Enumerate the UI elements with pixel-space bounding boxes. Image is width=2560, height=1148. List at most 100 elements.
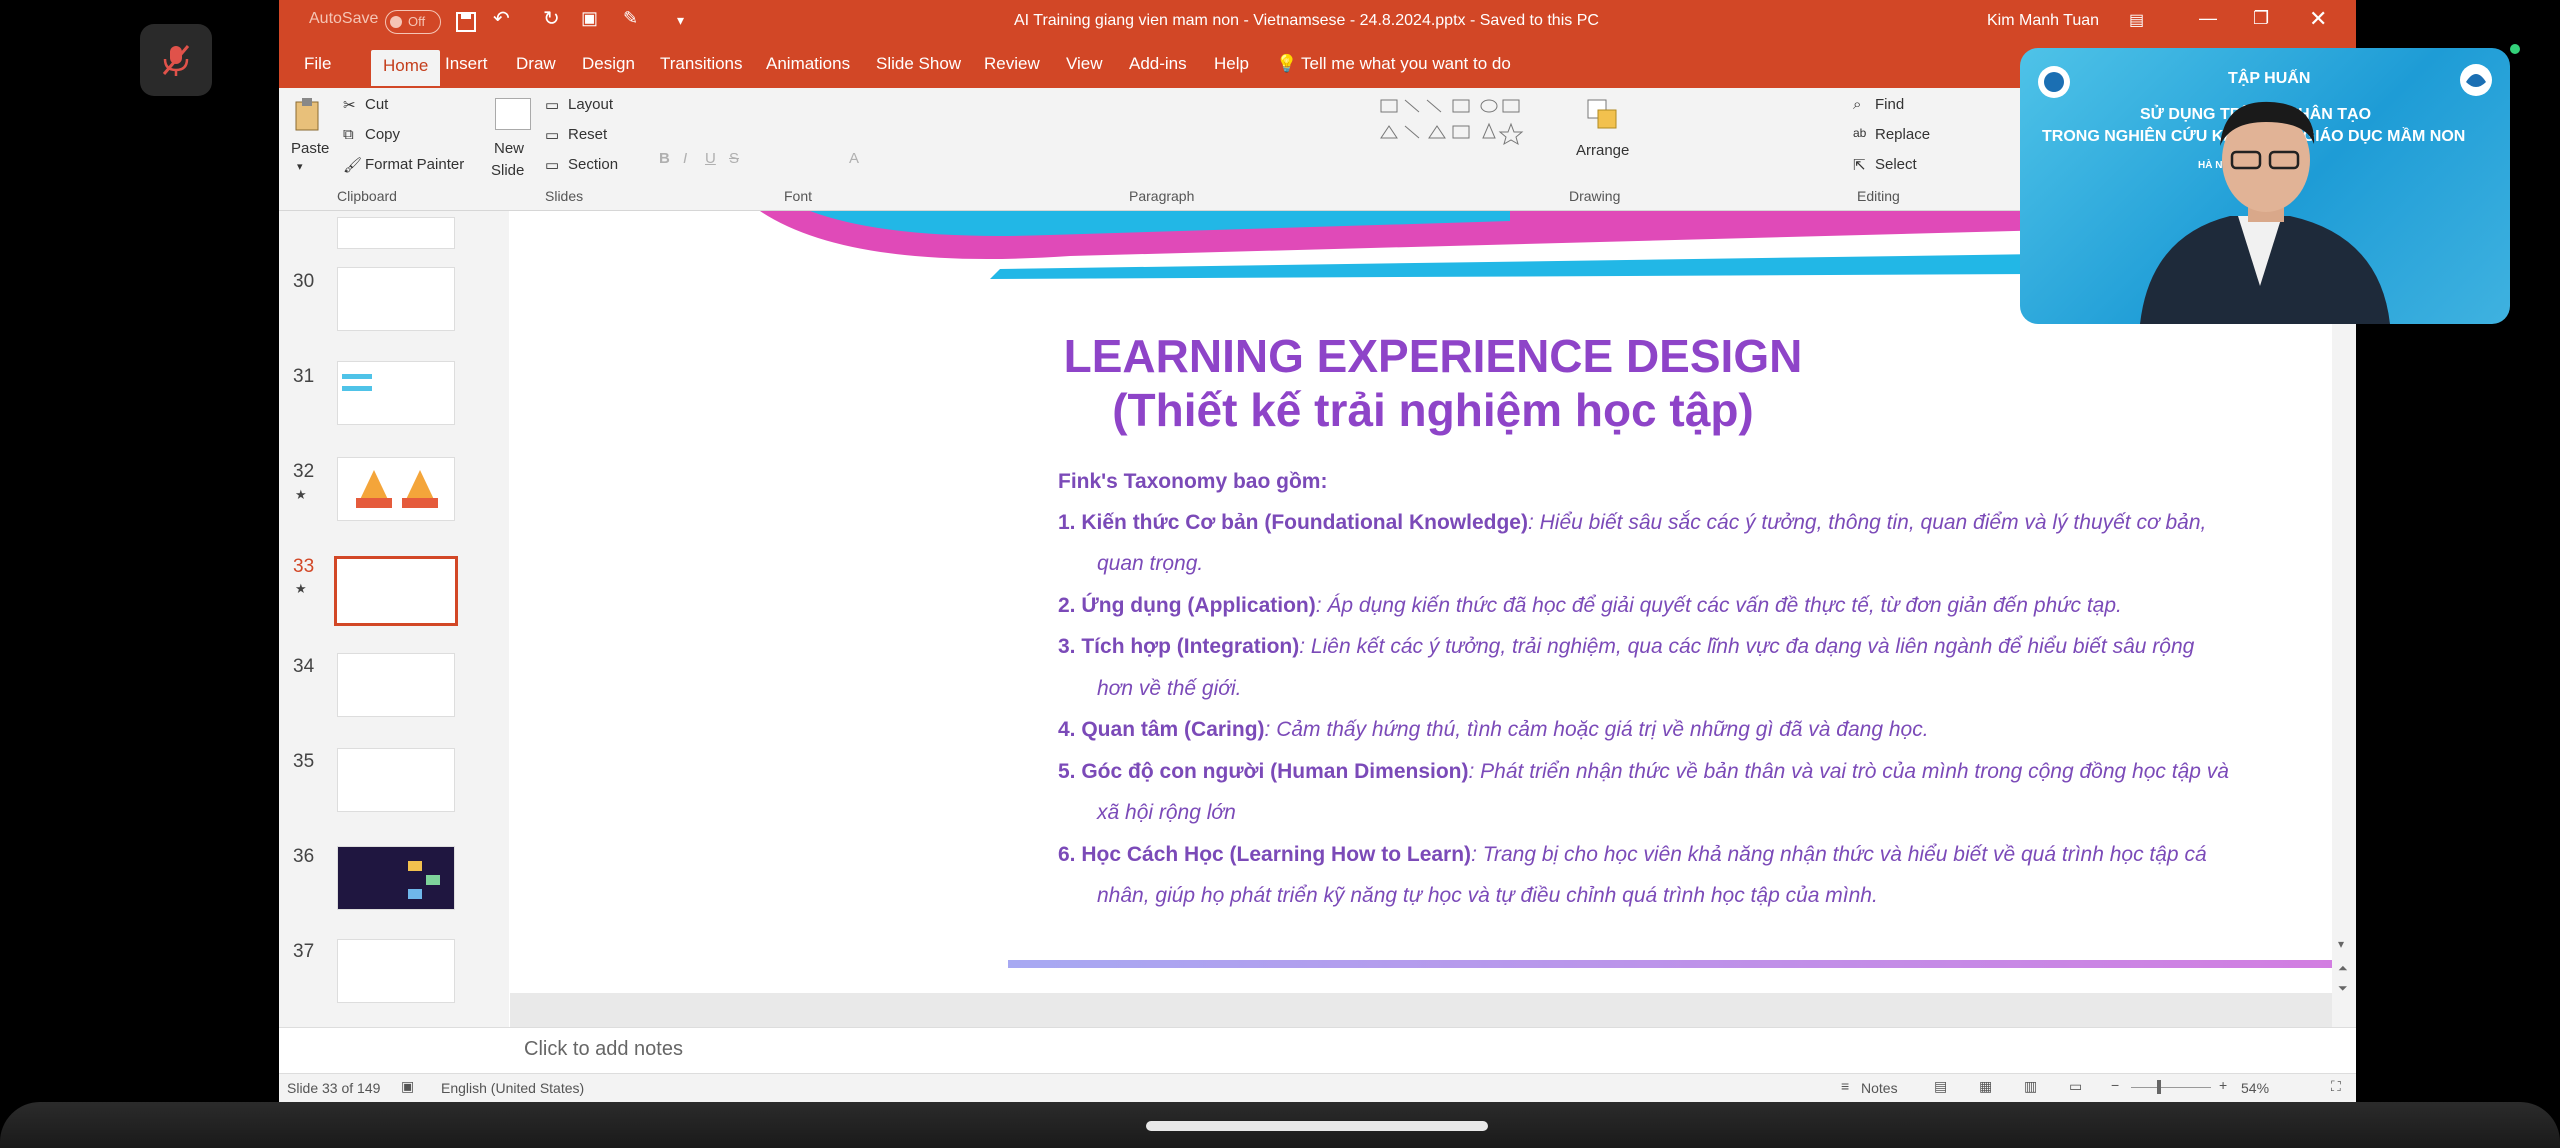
next-slide-icon[interactable]: ⏷: [2338, 981, 2348, 996]
section-button[interactable]: Section: [568, 156, 618, 173]
customize-toolbar-icon[interactable]: ▾: [677, 12, 684, 29]
scroll-down-icon[interactable]: ▾: [2338, 937, 2344, 951]
slide-list-item-3: 3. Tích hợp (Integration): Liên kết các …: [1058, 626, 2194, 668]
thumbnail-30[interactable]: [337, 267, 455, 331]
copy-button[interactable]: Copy: [365, 126, 400, 143]
strikethrough-icon[interactable]: S: [729, 150, 739, 167]
language-indicator[interactable]: English (United States): [441, 1080, 584, 1096]
item-body: : Phát triển nhận thức về bản thân và va…: [1468, 760, 2229, 783]
thumbnail-31[interactable]: [337, 361, 455, 425]
shapes-gallery-icon[interactable]: [1379, 96, 1579, 166]
reset-button[interactable]: Reset: [568, 126, 607, 143]
tab-home[interactable]: Home: [371, 50, 441, 86]
layout-button[interactable]: Layout: [568, 96, 613, 113]
slide-canvas[interactable]: LEARNING EXPERIENCE DESIGN (Thiết kế trả…: [510, 211, 2356, 993]
notes-button[interactable]: Notes: [1861, 1080, 1898, 1096]
tab-insert[interactable]: Insert: [445, 54, 488, 74]
new-slide-label-2[interactable]: Slide: [491, 162, 524, 179]
arrange-icon[interactable]: [1584, 96, 1624, 136]
zoom-level[interactable]: 54%: [2241, 1080, 2269, 1096]
item-body: : Hiểu biết sâu sắc các ý tưởng, thông t…: [1527, 511, 2207, 534]
slide-sorter-icon[interactable]: ▦: [1979, 1078, 1992, 1095]
organization-logo-icon: [2038, 66, 2070, 98]
bold-icon[interactable]: B: [659, 150, 670, 167]
tab-add-ins[interactable]: Add-ins: [1129, 54, 1187, 74]
tab-help[interactable]: Help: [1214, 54, 1249, 74]
previous-slide-icon[interactable]: ⏶: [2338, 961, 2348, 976]
slide-subtitle: (Thiết kế trải nghiệm học tập): [1112, 384, 1754, 436]
slide-list-item-1: 1. Kiến thức Cơ bản (Foundational Knowle…: [1058, 502, 2206, 544]
paste-icon[interactable]: [293, 96, 321, 132]
slideshow-view-icon[interactable]: ▭: [2069, 1078, 2082, 1095]
accessibility-icon[interactable]: ▣: [401, 1078, 414, 1095]
autosave-state: Off: [408, 14, 426, 29]
microphone-muted-button[interactable]: [140, 24, 212, 96]
tab-design[interactable]: Design: [582, 54, 635, 74]
save-icon[interactable]: [455, 11, 477, 33]
slide-footer-bar: [1008, 960, 2356, 968]
thumbnail-29[interactable]: [337, 217, 455, 249]
section-icon: ▭: [545, 157, 560, 174]
notes-placeholder[interactable]: Click to add notes: [524, 1038, 683, 1061]
item-continuation: hơn về thế giới.: [1097, 677, 1242, 700]
tab-animations[interactable]: Animations: [766, 54, 850, 74]
minimize-button[interactable]: —: [2199, 8, 2217, 29]
tab-file[interactable]: File: [304, 54, 331, 74]
paste-button[interactable]: Paste: [291, 140, 329, 157]
thumbnail-34[interactable]: [337, 653, 455, 717]
undo-icon[interactable]: ↶: [493, 6, 510, 31]
format-painter-button[interactable]: Format Painter: [365, 156, 464, 173]
zoom-slider[interactable]: [2131, 1087, 2211, 1088]
select-icon: ⇱: [1853, 157, 1866, 174]
thumbnail-35[interactable]: [337, 748, 455, 812]
thumbnail-33-selected[interactable]: [334, 556, 458, 626]
restore-button[interactable]: ❐: [2253, 8, 2269, 29]
tab-slide-show[interactable]: Slide Show: [876, 54, 961, 74]
select-button[interactable]: Select: [1875, 156, 1917, 173]
paste-dropdown-icon[interactable]: ▾: [297, 160, 303, 173]
autosave-toggle[interactable]: Off: [385, 10, 441, 34]
slide-list-item-4: 4. Quan tâm (Caring): Cảm thấy hứng thú,…: [1058, 709, 1929, 751]
vertical-scrollbar[interactable]: ▾ ⏶ ⏷: [2332, 211, 2356, 1027]
cut-button[interactable]: Cut: [365, 96, 388, 113]
thumbnail-36[interactable]: [337, 846, 455, 910]
zoom-slider-thumb[interactable]: [2157, 1080, 2161, 1094]
animation-star-icon: ★: [295, 487, 307, 502]
slide-list-item-5-cont: xã hội rộng lớn: [1097, 792, 1236, 834]
arrange-button[interactable]: Arrange: [1576, 142, 1629, 159]
zoom-in-button[interactable]: +: [2219, 1077, 2227, 1093]
participant-person: [2140, 101, 2390, 324]
reading-view-icon[interactable]: ▥: [2024, 1078, 2037, 1095]
user-name[interactable]: Kim Manh Tuan: [1987, 12, 2099, 30]
thumb-number: 35: [293, 751, 315, 772]
normal-view-icon[interactable]: ▤: [1934, 1078, 1947, 1095]
tab-draw[interactable]: Draw: [516, 54, 556, 74]
font-color-icon[interactable]: A: [849, 150, 859, 167]
find-button[interactable]: Find: [1875, 96, 1904, 113]
thumbnail-37[interactable]: [337, 939, 455, 1003]
format-painter-icon: 🖌: [343, 157, 363, 174]
group-clipboard-label: Clipboard: [337, 188, 397, 204]
italic-icon[interactable]: I: [683, 150, 687, 167]
present-icon[interactable]: ▣: [581, 8, 598, 29]
new-slide-icon[interactable]: [495, 98, 531, 130]
home-indicator[interactable]: [1146, 1121, 1488, 1131]
pen-icon[interactable]: ✎: [623, 8, 638, 29]
layout-icon: ▭: [545, 97, 560, 114]
tab-view[interactable]: View: [1066, 54, 1103, 74]
tell-me-search[interactable]: Tell me what you want to do: [1301, 54, 1511, 74]
group-paragraph-label: Paragraph: [1129, 188, 1195, 204]
ribbon-display-icon[interactable]: ▤: [2129, 10, 2144, 30]
thumbnail-32[interactable]: [337, 457, 455, 521]
zoom-out-button[interactable]: −: [2111, 1077, 2119, 1093]
fit-slide-icon[interactable]: ⛶: [2331, 1078, 2341, 1095]
replace-button[interactable]: Replace: [1875, 126, 1930, 143]
tab-review[interactable]: Review: [984, 54, 1040, 74]
underline-icon[interactable]: U: [705, 150, 716, 167]
slide-list-item-6-cont: nhân, giúp họ phát triển kỹ năng tự học …: [1097, 875, 1878, 917]
close-button[interactable]: ✕: [2309, 6, 2327, 32]
redo-icon[interactable]: ↻: [543, 6, 560, 31]
new-slide-label-1[interactable]: New: [494, 140, 524, 157]
notes-pane[interactable]: Click to add notes: [279, 1027, 2356, 1074]
tab-transitions[interactable]: Transitions: [660, 54, 743, 74]
